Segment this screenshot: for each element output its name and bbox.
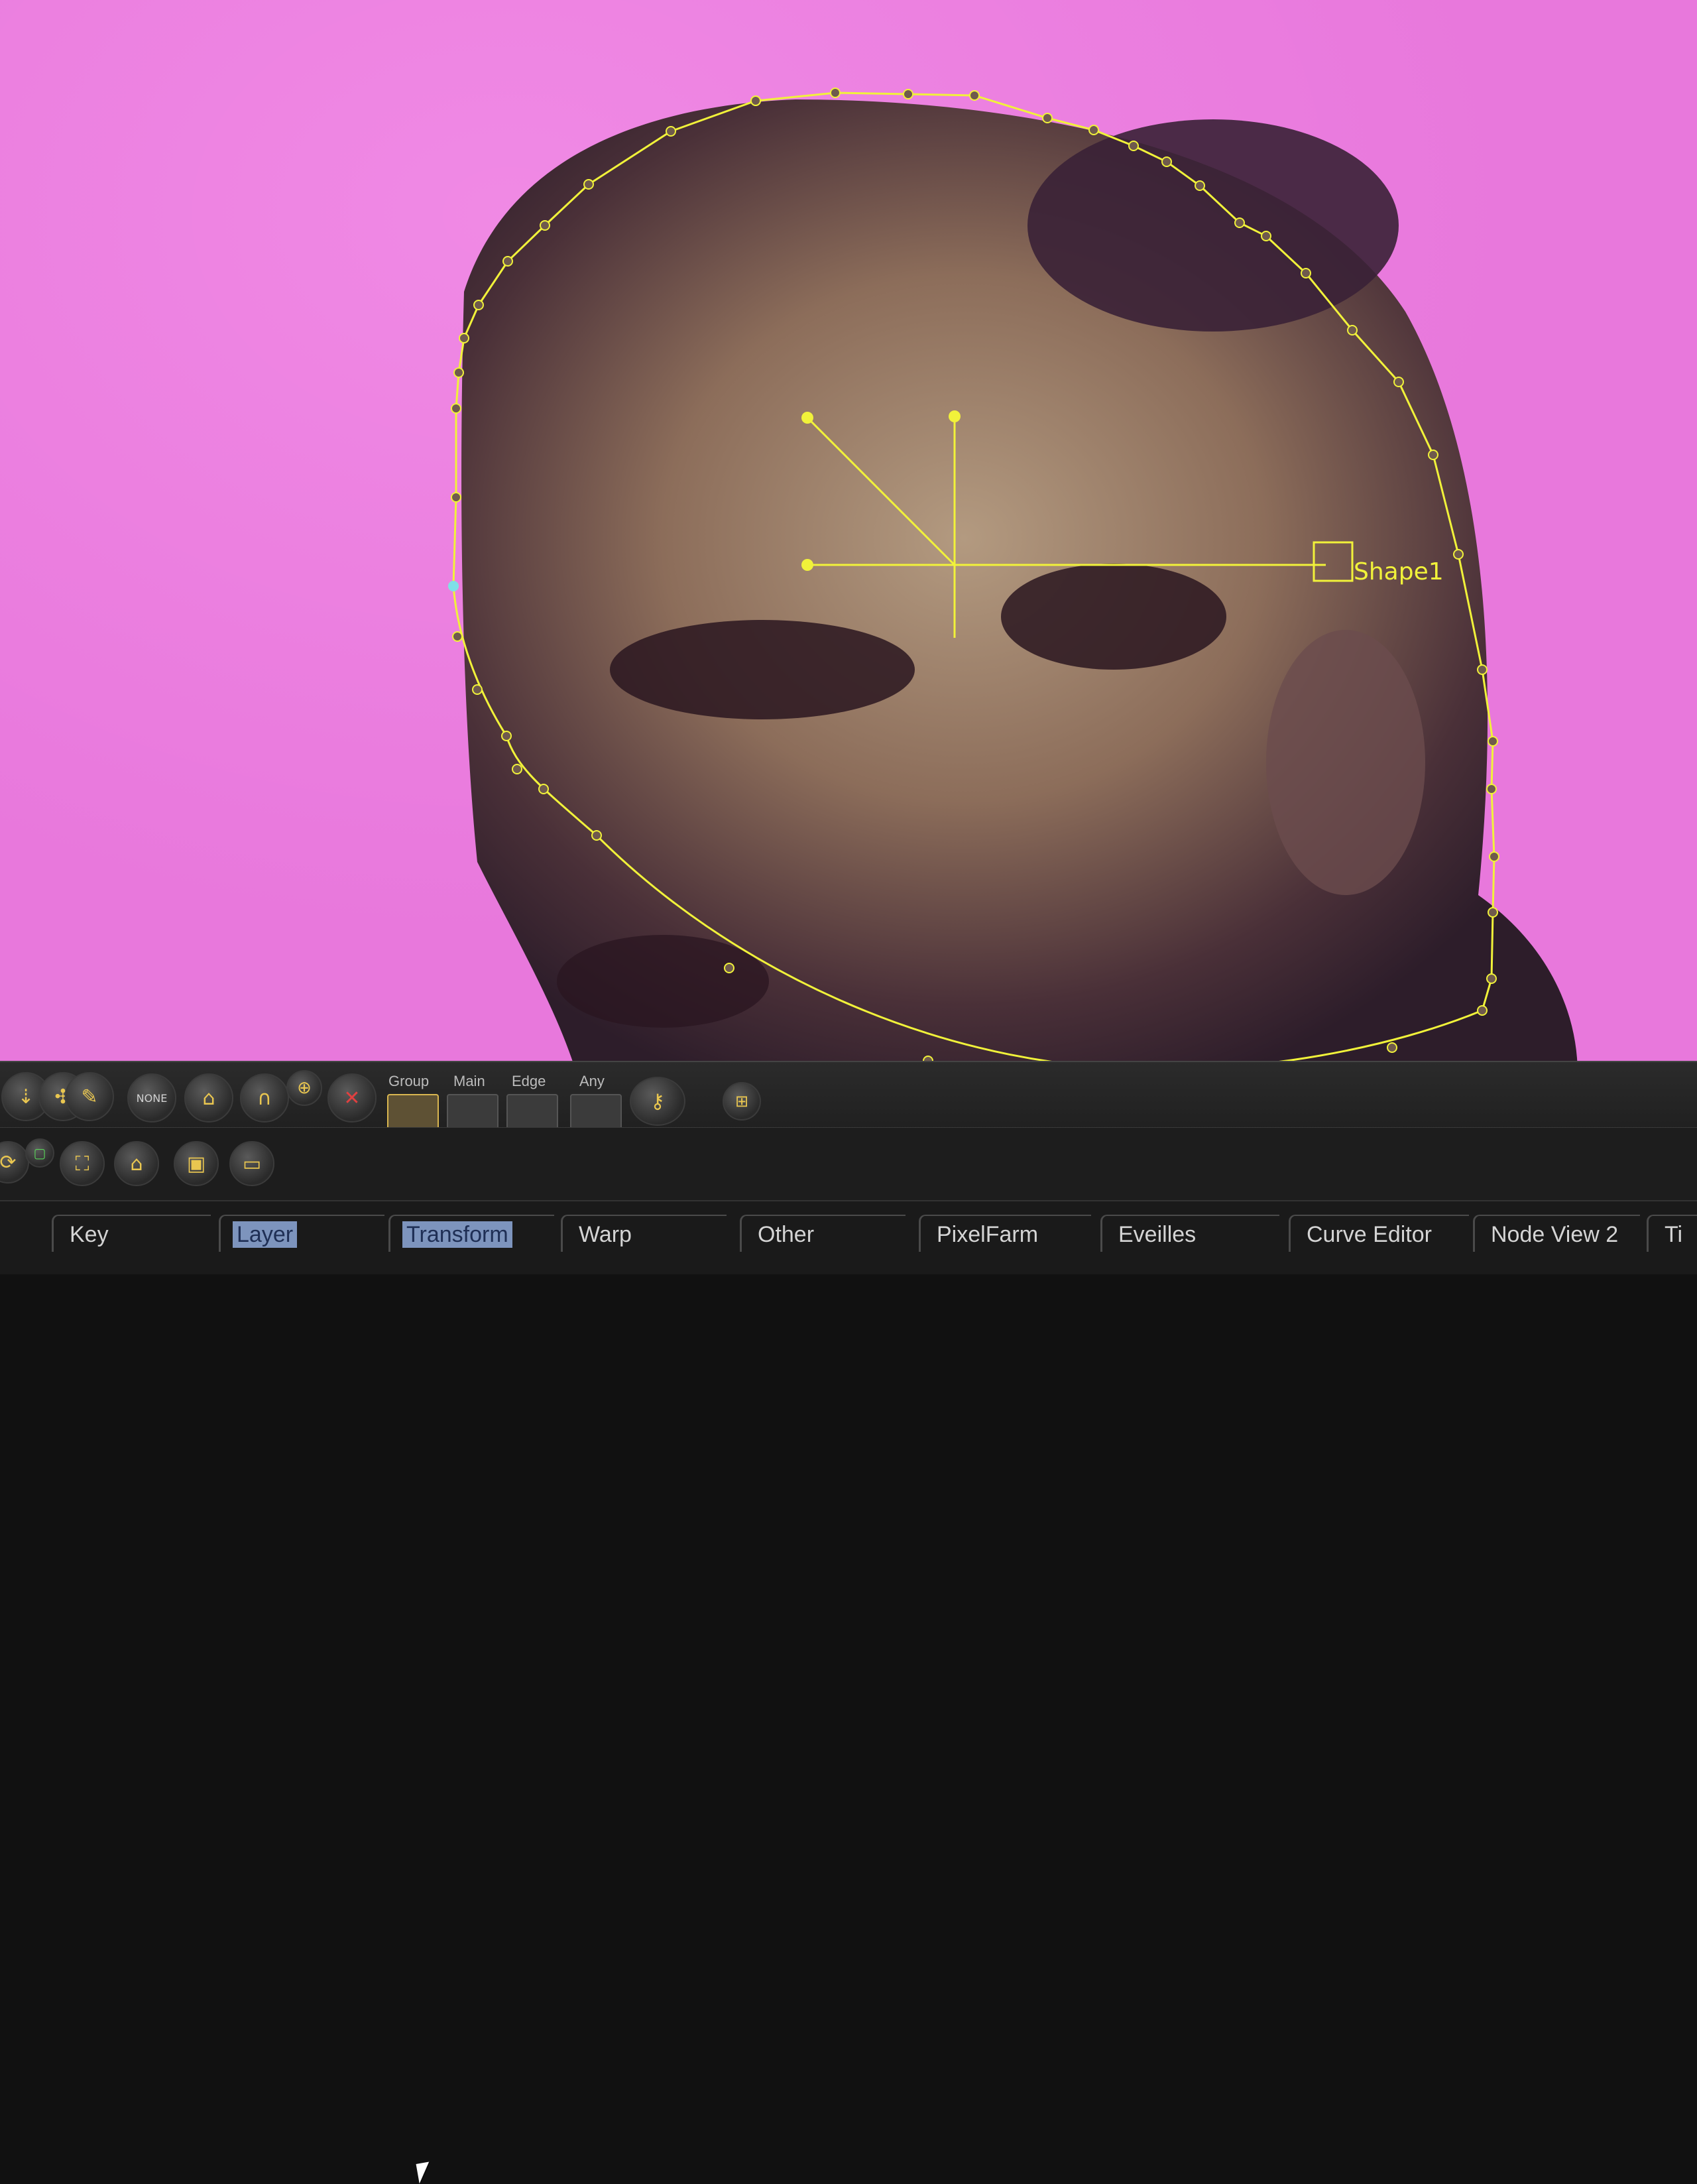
spline-point[interactable]: [1347, 325, 1358, 335]
key-animate-icon[interactable]: ⚷: [630, 1077, 685, 1126]
rectangle-icon[interactable]: ▭: [229, 1141, 274, 1186]
spline-point[interactable]: [1301, 268, 1311, 278]
frame-icon[interactable]: ⛶: [60, 1141, 105, 1186]
home-icon[interactable]: ⌂: [114, 1141, 159, 1186]
tab-curve-editor[interactable]: Curve Editor: [1289, 1215, 1469, 1252]
tab-layer[interactable]: Layer: [219, 1215, 384, 1252]
tab-warp[interactable]: Warp: [561, 1215, 727, 1252]
tab-label: Layer: [233, 1221, 298, 1248]
spline-point[interactable]: [1234, 217, 1245, 228]
curve-icon[interactable]: ∩: [240, 1073, 289, 1122]
roto-viewer[interactable]: Shape1: [0, 0, 1697, 1074]
spline-point[interactable]: [1161, 156, 1172, 167]
spline-point[interactable]: [724, 963, 734, 973]
spline-point[interactable]: [583, 179, 594, 190]
spline-point[interactable]: [903, 89, 913, 99]
spline-point[interactable]: [1393, 377, 1404, 387]
spline-point[interactable]: [969, 90, 980, 101]
mode-label-edge: Edge: [512, 1073, 546, 1089]
spline-point[interactable]: [473, 300, 484, 310]
spline-point[interactable]: [1477, 1005, 1488, 1016]
tab-label: Node View 2: [1491, 1222, 1619, 1247]
spline-point[interactable]: [591, 830, 602, 841]
spline-point[interactable]: [501, 731, 512, 741]
layer-toggle-icon[interactable]: ▢: [25, 1138, 54, 1168]
spline-point[interactable]: [1088, 125, 1099, 135]
spline-point[interactable]: [451, 403, 461, 414]
spline-point[interactable]: [472, 684, 483, 695]
tab-label: Key: [70, 1222, 109, 1247]
spline-point[interactable]: [1042, 113, 1053, 123]
spline-point[interactable]: [538, 784, 549, 794]
gizmo-scale-box: [1313, 541, 1354, 582]
spline-point[interactable]: [451, 492, 461, 503]
tab-node-view-2[interactable]: Node View 2: [1473, 1215, 1640, 1252]
spline-point[interactable]: [453, 367, 464, 378]
spline-point[interactable]: [1488, 907, 1498, 918]
gizmo-x-handle: [801, 559, 813, 571]
spline-point[interactable]: [512, 764, 522, 774]
roto-secondary-toolbar: ⟳ ▢ ⛶ ⌂ ▣ ▭: [0, 1127, 1697, 1201]
spline-point[interactable]: [750, 95, 761, 106]
spline-point[interactable]: [1486, 784, 1497, 794]
gizmo-y-handle: [949, 410, 961, 422]
lock-icon[interactable]: ⌂: [184, 1073, 233, 1122]
target-icon[interactable]: ⊕: [286, 1070, 322, 1106]
shape-name-label: Shape1: [1354, 558, 1444, 585]
tab-label: Ti: [1665, 1222, 1683, 1247]
spline-point[interactable]: [502, 256, 513, 267]
spline-point[interactable]: [1477, 664, 1488, 675]
spline-point[interactable]: [1453, 549, 1464, 560]
select-none-icon[interactable]: NONE: [127, 1073, 176, 1122]
tab-ti[interactable]: Ti: [1647, 1215, 1697, 1252]
spline-point[interactable]: [1489, 851, 1499, 862]
tab-transform[interactable]: Transform: [388, 1215, 554, 1252]
spline-point[interactable]: [1195, 180, 1205, 191]
tab-key[interactable]: Key: [52, 1215, 211, 1252]
gizmo-rotate-handle: [801, 412, 813, 424]
tab-other[interactable]: Other: [740, 1215, 906, 1252]
tab-label: Warp: [579, 1222, 632, 1247]
spline-point[interactable]: [459, 333, 469, 343]
tab-label: Eveilles: [1118, 1222, 1197, 1247]
spline-point[interactable]: [1128, 141, 1139, 151]
mouse-cursor: [416, 2161, 433, 2184]
spline-point[interactable]: [1488, 736, 1498, 747]
tab-pixelfarm[interactable]: PixelFarm: [919, 1215, 1091, 1252]
delete-icon[interactable]: ✕: [327, 1073, 377, 1122]
spline-point[interactable]: [830, 88, 841, 98]
box-icon[interactable]: ▣: [174, 1141, 219, 1186]
spline-point[interactable]: [540, 220, 550, 231]
mode-label-any: Any: [579, 1073, 605, 1089]
spline-point[interactable]: [1387, 1042, 1397, 1053]
tab-label: PixelFarm: [937, 1222, 1039, 1247]
tab-eveilles[interactable]: Eveilles: [1100, 1215, 1279, 1252]
gizmo-rotate-axis: [806, 416, 956, 566]
grid-icon[interactable]: ⊞: [723, 1082, 761, 1121]
tab-bar: Key Layer Transform Warp Other PixelFarm…: [0, 1200, 1697, 1274]
spline-point[interactable]: [1261, 231, 1271, 241]
spline-point[interactable]: [666, 126, 676, 137]
mode-label-group: Group: [388, 1073, 430, 1089]
spline-point[interactable]: [1428, 450, 1438, 460]
refresh-icon[interactable]: ⟳: [0, 1141, 29, 1183]
tab-label: Curve Editor: [1307, 1222, 1432, 1247]
mode-label-main: Main: [453, 1073, 485, 1089]
transform-gizmo[interactable]: [801, 410, 1354, 638]
bezier-tool-icon[interactable]: ✎: [65, 1072, 114, 1121]
selected-point[interactable]: [448, 581, 459, 591]
roto-spline-overlay[interactable]: [0, 0, 1697, 1074]
spline-point[interactable]: [1486, 973, 1497, 984]
spline-point[interactable]: [452, 631, 463, 642]
tab-label: Other: [758, 1222, 815, 1247]
tab-label: Transform: [402, 1221, 512, 1248]
